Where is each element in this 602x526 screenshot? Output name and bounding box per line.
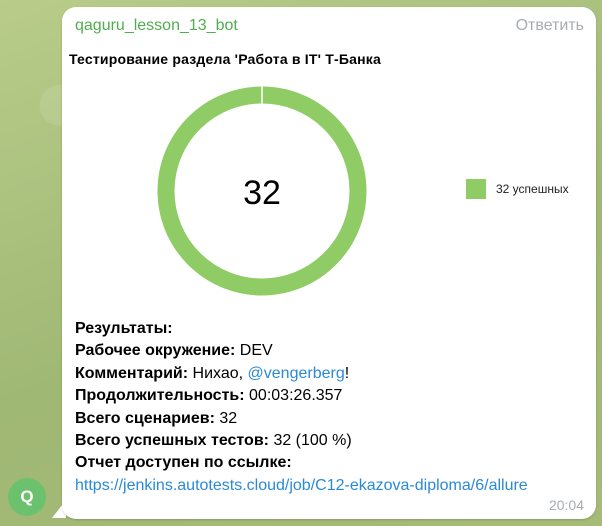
- comment-text: Нихао,: [192, 364, 248, 382]
- results-heading: Результаты:: [75, 320, 173, 337]
- scenarios-value: 32: [219, 409, 238, 427]
- passed-label: Всего успешных тестов:: [75, 432, 269, 450]
- donut-chart: 32: [157, 86, 367, 296]
- passed-value: 32 (100 %): [273, 432, 352, 450]
- legend-label: 32 успешных: [496, 182, 569, 196]
- env-value: DEV: [239, 342, 273, 360]
- message-bubble: qaguru_lesson_13_bot Ответить Тестирован…: [62, 7, 596, 519]
- report-link[interactable]: https://jenkins.autotests.cloud/job/C12-…: [75, 477, 528, 494]
- donut-center-label: 32: [243, 174, 281, 212]
- scenarios-label: Всего сценариев:: [75, 409, 215, 427]
- env-line: Рабочее окружение: DEV: [75, 340, 528, 362]
- passed-line: Всего успешных тестов: 32 (100 %): [75, 430, 528, 452]
- mention-link[interactable]: @vengerberg: [248, 365, 345, 382]
- report-line: Отчет доступен по ссылке:: [75, 452, 528, 474]
- duration-label: Продолжительность:: [75, 387, 245, 405]
- avatar[interactable]: Q: [8, 478, 46, 516]
- chart-legend: 32 успешных: [466, 179, 569, 199]
- comment-label: Комментарий:: [75, 364, 189, 382]
- comment-suffix: !: [344, 364, 350, 382]
- legend-swatch: [466, 179, 486, 199]
- results-block: Результаты: Рабочее окружение: DEV Комме…: [75, 318, 528, 497]
- env-label: Рабочее окружение:: [75, 342, 236, 360]
- duration-line: Продолжительность: 00:03:26.357: [75, 385, 528, 407]
- scenarios-line: Всего сценариев: 32: [75, 408, 528, 430]
- duration-value: 00:03:26.357: [249, 387, 343, 405]
- message-time: 20:04: [548, 497, 584, 513]
- report-label: Отчет доступен по ссылке:: [75, 454, 292, 472]
- comment-line: Комментарий: Нихао, @vengerberg!: [75, 363, 528, 385]
